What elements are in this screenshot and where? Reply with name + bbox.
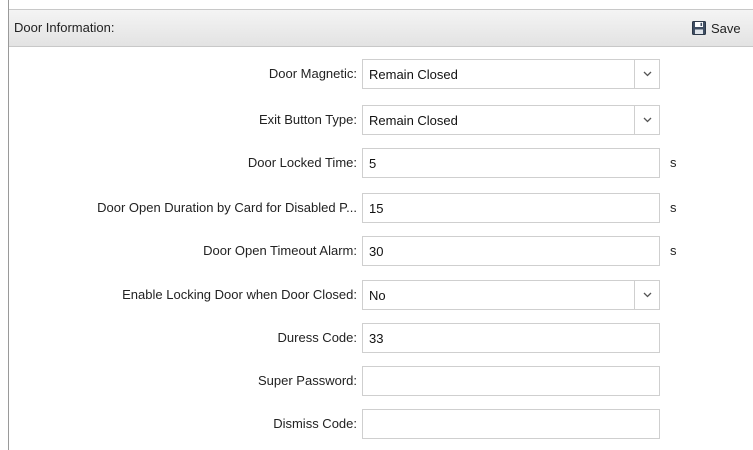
door-locked-time-row: Door Locked Time: 5 s bbox=[9, 148, 709, 178]
enable-locking-door-select[interactable]: No bbox=[362, 280, 660, 310]
panel-title: Door Information: bbox=[14, 20, 115, 35]
exit-button-type-row: Exit Button Type: Remain Closed bbox=[9, 105, 709, 135]
dismiss-code-label: Dismiss Code: bbox=[273, 416, 357, 431]
door-open-timeout-alarm-input[interactable]: 30 bbox=[362, 236, 660, 266]
door-open-duration-input[interactable]: 15 bbox=[362, 193, 660, 223]
super-password-label: Super Password: bbox=[258, 373, 357, 388]
door-information-panel: Door Information: Save Door Magnetic: Re… bbox=[0, 0, 753, 450]
enable-locking-door-label: Enable Locking Door when Door Closed: bbox=[122, 287, 357, 302]
dismiss-code-input[interactable] bbox=[362, 409, 660, 439]
chevron-down-icon[interactable] bbox=[634, 106, 659, 134]
duress-code-input[interactable]: 33 bbox=[362, 323, 660, 353]
save-icon bbox=[692, 21, 706, 35]
door-open-duration-value: 15 bbox=[369, 201, 384, 216]
super-password-row: Super Password: bbox=[9, 366, 709, 396]
super-password-input[interactable] bbox=[362, 366, 660, 396]
door-open-duration-row: Door Open Duration by Card for Disabled … bbox=[9, 193, 709, 223]
chevron-down-icon[interactable] bbox=[634, 60, 659, 88]
dismiss-code-row: Dismiss Code: bbox=[9, 409, 709, 439]
duress-code-row: Duress Code: 33 bbox=[9, 323, 709, 353]
door-open-timeout-alarm-row: Door Open Timeout Alarm: 30 s bbox=[9, 236, 709, 266]
door-open-timeout-alarm-value: 30 bbox=[369, 244, 384, 259]
door-locked-time-label: Door Locked Time: bbox=[247, 155, 357, 170]
exit-button-type-value: Remain Closed bbox=[369, 113, 458, 128]
duress-code-label: Duress Code: bbox=[277, 330, 357, 345]
save-button-label: Save bbox=[711, 20, 741, 36]
door-locked-time-input[interactable]: 5 bbox=[362, 148, 660, 178]
door-open-duration-unit: s bbox=[670, 200, 677, 215]
save-button[interactable]: Save bbox=[692, 18, 741, 38]
panel-header: Door Information: Save bbox=[9, 9, 753, 47]
exit-button-type-label: Exit Button Type: bbox=[258, 112, 357, 127]
door-locked-time-value: 5 bbox=[369, 156, 377, 171]
duress-code-value: 33 bbox=[369, 331, 384, 346]
enable-locking-door-value: No bbox=[369, 288, 386, 303]
chevron-down-icon[interactable] bbox=[634, 281, 659, 309]
door-magnetic-row: Door Magnetic: Remain Closed bbox=[9, 59, 709, 89]
enable-locking-door-row: Enable Locking Door when Door Closed: No bbox=[9, 280, 709, 310]
door-open-timeout-alarm-unit: s bbox=[670, 243, 677, 258]
door-open-duration-label: Door Open Duration by Card for Disabled … bbox=[97, 200, 357, 215]
door-open-timeout-alarm-label: Door Open Timeout Alarm: bbox=[203, 243, 357, 258]
door-magnetic-label: Door Magnetic: bbox=[268, 66, 357, 81]
door-locked-time-unit: s bbox=[670, 155, 677, 170]
door-magnetic-select[interactable]: Remain Closed bbox=[362, 59, 660, 89]
exit-button-type-select[interactable]: Remain Closed bbox=[362, 105, 660, 135]
door-magnetic-value: Remain Closed bbox=[369, 67, 458, 82]
